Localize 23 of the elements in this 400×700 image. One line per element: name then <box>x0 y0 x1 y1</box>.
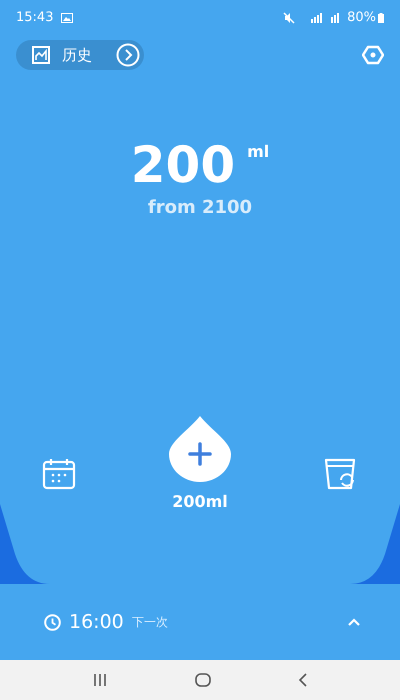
goal-text: from 2100 <box>148 196 252 220</box>
add-amount: 200ml <box>172 491 228 513</box>
intake-amount: 200 <box>130 140 236 190</box>
chevron-up-icon[interactable] <box>348 618 360 626</box>
reminder-label: 下一次 <box>132 614 168 631</box>
mute-icon <box>283 12 296 24</box>
history-button[interactable]: 历史 <box>16 40 144 70</box>
chevron-right-icon <box>116 43 140 67</box>
cup-refresh-icon[interactable] <box>324 458 358 490</box>
calendar-icon[interactable] <box>42 458 76 490</box>
battery-level: 80% <box>347 9 376 28</box>
recent-apps-icon[interactable] <box>92 673 108 687</box>
clock-icon <box>44 614 61 630</box>
add-water-button[interactable] <box>169 416 231 482</box>
water-drop-plus-icon <box>169 416 231 482</box>
intake-unit: ml <box>247 141 270 163</box>
battery-icon <box>378 13 384 23</box>
back-icon[interactable] <box>298 673 308 687</box>
home-icon[interactable] <box>194 673 211 687</box>
image-icon <box>61 13 74 23</box>
chart-icon <box>32 46 50 64</box>
reminder-time: 16:00 <box>69 610 124 635</box>
status-time: 15:43 <box>16 9 54 28</box>
